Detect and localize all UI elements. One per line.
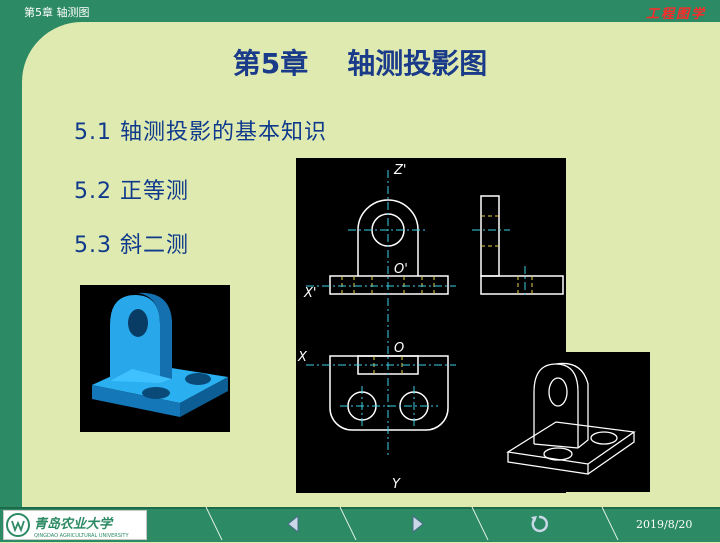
logo-subtext: QINGDAO AGRICULTURAL UNIVERSITY bbox=[34, 533, 129, 539]
origin-top-label: O' bbox=[394, 262, 408, 277]
isometric-drawing bbox=[498, 352, 650, 492]
footer-separator bbox=[601, 507, 619, 540]
footer-separator bbox=[205, 507, 223, 540]
university-logo: 青岛农业大学 QINGDAO AGRICULTURAL UNIVERSITY bbox=[3, 510, 147, 540]
footer-separator bbox=[339, 507, 357, 540]
model-3d-image bbox=[80, 285, 230, 432]
next-slide-icon[interactable] bbox=[406, 513, 428, 535]
y-axis-label: Y bbox=[392, 477, 401, 492]
return-icon[interactable] bbox=[528, 513, 550, 535]
chapter-label: 第5章 轴测图 bbox=[24, 6, 90, 19]
menu-item-5-2[interactable]: 5.2 正等测 bbox=[74, 173, 189, 205]
footer-separator bbox=[471, 507, 489, 540]
top-bar: 第5章 轴测图 工程图学 bbox=[0, 0, 720, 22]
course-name: 工程图学 bbox=[645, 7, 706, 22]
z-axis-label: Z' bbox=[393, 163, 406, 178]
logo-text: 青岛农业大学 bbox=[34, 516, 114, 532]
menu-item-5-1[interactable]: 5.1 轴测投影的基本知识 bbox=[74, 114, 327, 146]
slide-date: 2019/8/20 bbox=[636, 518, 693, 531]
previous-slide-icon[interactable] bbox=[283, 513, 305, 535]
x-axis-top-label: X' bbox=[303, 286, 316, 301]
origin-bottom-label: O bbox=[394, 341, 404, 356]
slide-title: 第5章 轴测投影图 bbox=[232, 47, 488, 80]
x-axis-bottom-label: X bbox=[297, 350, 308, 365]
menu-item-5-3[interactable]: 5.3 斜二测 bbox=[74, 227, 189, 259]
